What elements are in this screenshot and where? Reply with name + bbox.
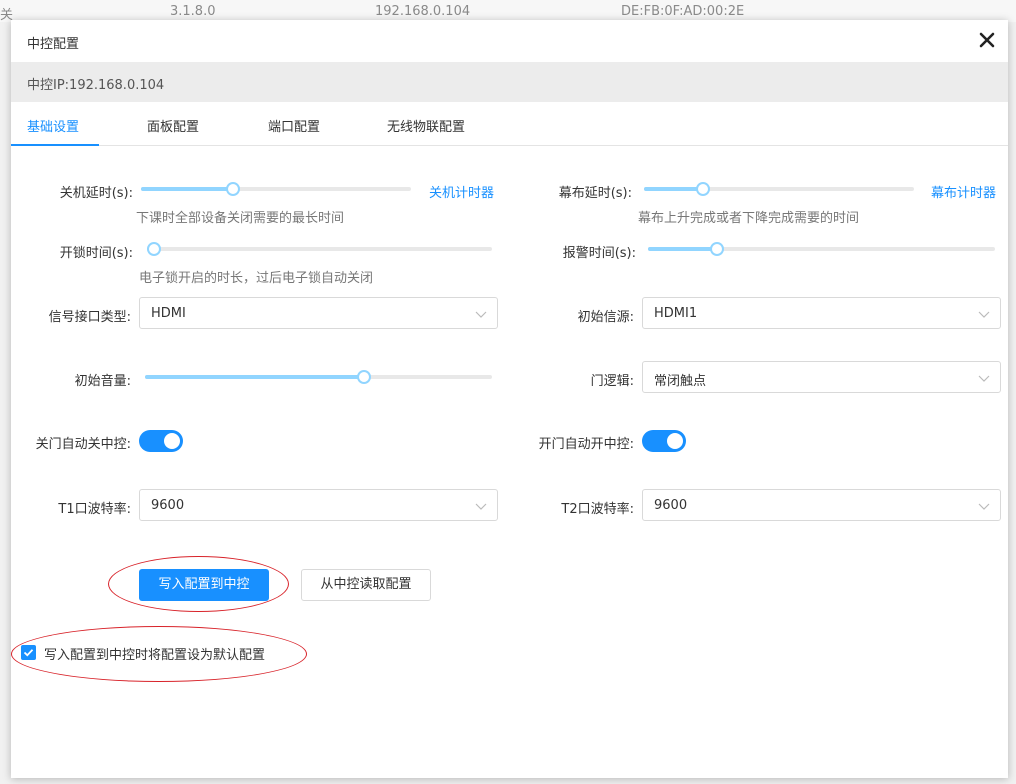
write-config-button[interactable]: 写入配置到中控	[139, 569, 269, 601]
signal-type-select[interactable]: HDMI	[139, 297, 498, 329]
controller-ip-label: 中控IP:192.168.0.104	[27, 78, 165, 93]
shutdown-timer-link[interactable]: 关机计时器	[429, 182, 494, 201]
shutdown-delay-slider[interactable]	[141, 182, 411, 196]
set-default-checkbox[interactable]	[21, 645, 36, 660]
open-door-auto-toggle[interactable]	[642, 430, 686, 452]
shutdown-delay-label: 关机延时(s):	[59, 186, 133, 201]
dialog-header: 中控配置	[11, 20, 1008, 62]
alarm-time-slider[interactable]	[648, 242, 995, 256]
t1-baud-select[interactable]: 9600	[139, 489, 498, 521]
tab-wireless-iot-config[interactable]: 无线物联配置	[387, 116, 465, 135]
close-door-auto-label: 关门自动关中控:	[35, 437, 131, 452]
slider-handle[interactable]	[146, 242, 161, 256]
tab-panel-config[interactable]: 面板配置	[147, 116, 199, 135]
signal-type-label: 信号接口类型:	[48, 310, 131, 325]
select-value: HDMI	[151, 306, 186, 321]
shutdown-delay-hint: 下课时全部设备关闭需要的最长时间	[136, 211, 345, 226]
background-cell-version: 3.1.8.0	[170, 4, 216, 19]
close-door-auto-toggle[interactable]	[139, 430, 183, 452]
chevron-down-icon	[978, 311, 990, 318]
open-door-auto-label: 开门自动开中控:	[538, 437, 634, 452]
select-value: 9600	[151, 498, 185, 513]
select-value: 9600	[654, 498, 688, 513]
slider-handle[interactable]	[696, 182, 711, 196]
initial-source-label: 初始信源:	[577, 310, 634, 325]
set-default-checkbox-label[interactable]: 写入配置到中控时将配置设为默认配置	[44, 644, 265, 663]
unlock-time-hint: 电子锁开启的时长，过后电子锁自动关闭	[139, 271, 374, 286]
unlock-time-slider[interactable]	[146, 242, 492, 256]
dialog-title: 中控配置	[27, 37, 80, 52]
initial-source-select[interactable]: HDMI1	[642, 297, 1001, 329]
door-logic-select[interactable]: 常闭触点	[642, 361, 1001, 393]
initial-volume-slider[interactable]	[145, 370, 492, 384]
chevron-down-icon	[978, 503, 990, 510]
background-cell-ip: 192.168.0.104	[375, 4, 471, 19]
t2-baud-label: T2口波特率:	[561, 502, 634, 517]
active-tab-indicator	[11, 144, 99, 146]
alarm-time-label: 报警时间(s):	[562, 246, 636, 261]
close-icon	[979, 32, 995, 48]
screen-delay-label: 幕布延时(s):	[558, 186, 632, 201]
chevron-down-icon	[978, 375, 990, 382]
screen-delay-slider[interactable]	[644, 182, 914, 196]
check-icon	[23, 649, 34, 657]
config-dialog: 中控配置 中控IP:192.168.0.104 基础设置 面板配置 端口配置 无…	[11, 20, 1008, 778]
t2-baud-select[interactable]: 9600	[642, 489, 1001, 521]
background-table-row: 关 3.1.8.0 192.168.0.104 DE:FB:0F:AD:00:2…	[0, 0, 1016, 23]
t1-baud-label: T1口波特率:	[58, 502, 131, 517]
initial-volume-label: 初始音量:	[74, 374, 131, 389]
background-cell-mac: DE:FB:0F:AD:00:2E	[621, 4, 745, 19]
screen-timer-link[interactable]: 幕布计时器	[931, 182, 996, 201]
close-button[interactable]	[976, 29, 998, 51]
select-value: 常闭触点	[654, 374, 707, 389]
slider-handle[interactable]	[710, 242, 725, 256]
tab-port-config[interactable]: 端口配置	[268, 116, 320, 135]
ip-bar: 中控IP:192.168.0.104	[11, 62, 1008, 102]
tab-basic-settings[interactable]: 基础设置	[27, 116, 79, 135]
chevron-down-icon	[475, 503, 487, 510]
tab-bar: 基础设置 面板配置 端口配置 无线物联配置	[11, 102, 1008, 146]
slider-handle[interactable]	[225, 182, 240, 196]
screen-delay-hint: 幕布上升完成或者下降完成需要的时间	[638, 211, 860, 226]
chevron-down-icon	[475, 311, 487, 318]
slider-handle[interactable]	[356, 370, 371, 384]
read-config-button[interactable]: 从中控读取配置	[301, 569, 431, 601]
door-logic-label: 门逻辑:	[590, 374, 634, 389]
unlock-time-label: 开锁时间(s):	[59, 246, 133, 261]
select-value: HDMI1	[654, 306, 698, 321]
